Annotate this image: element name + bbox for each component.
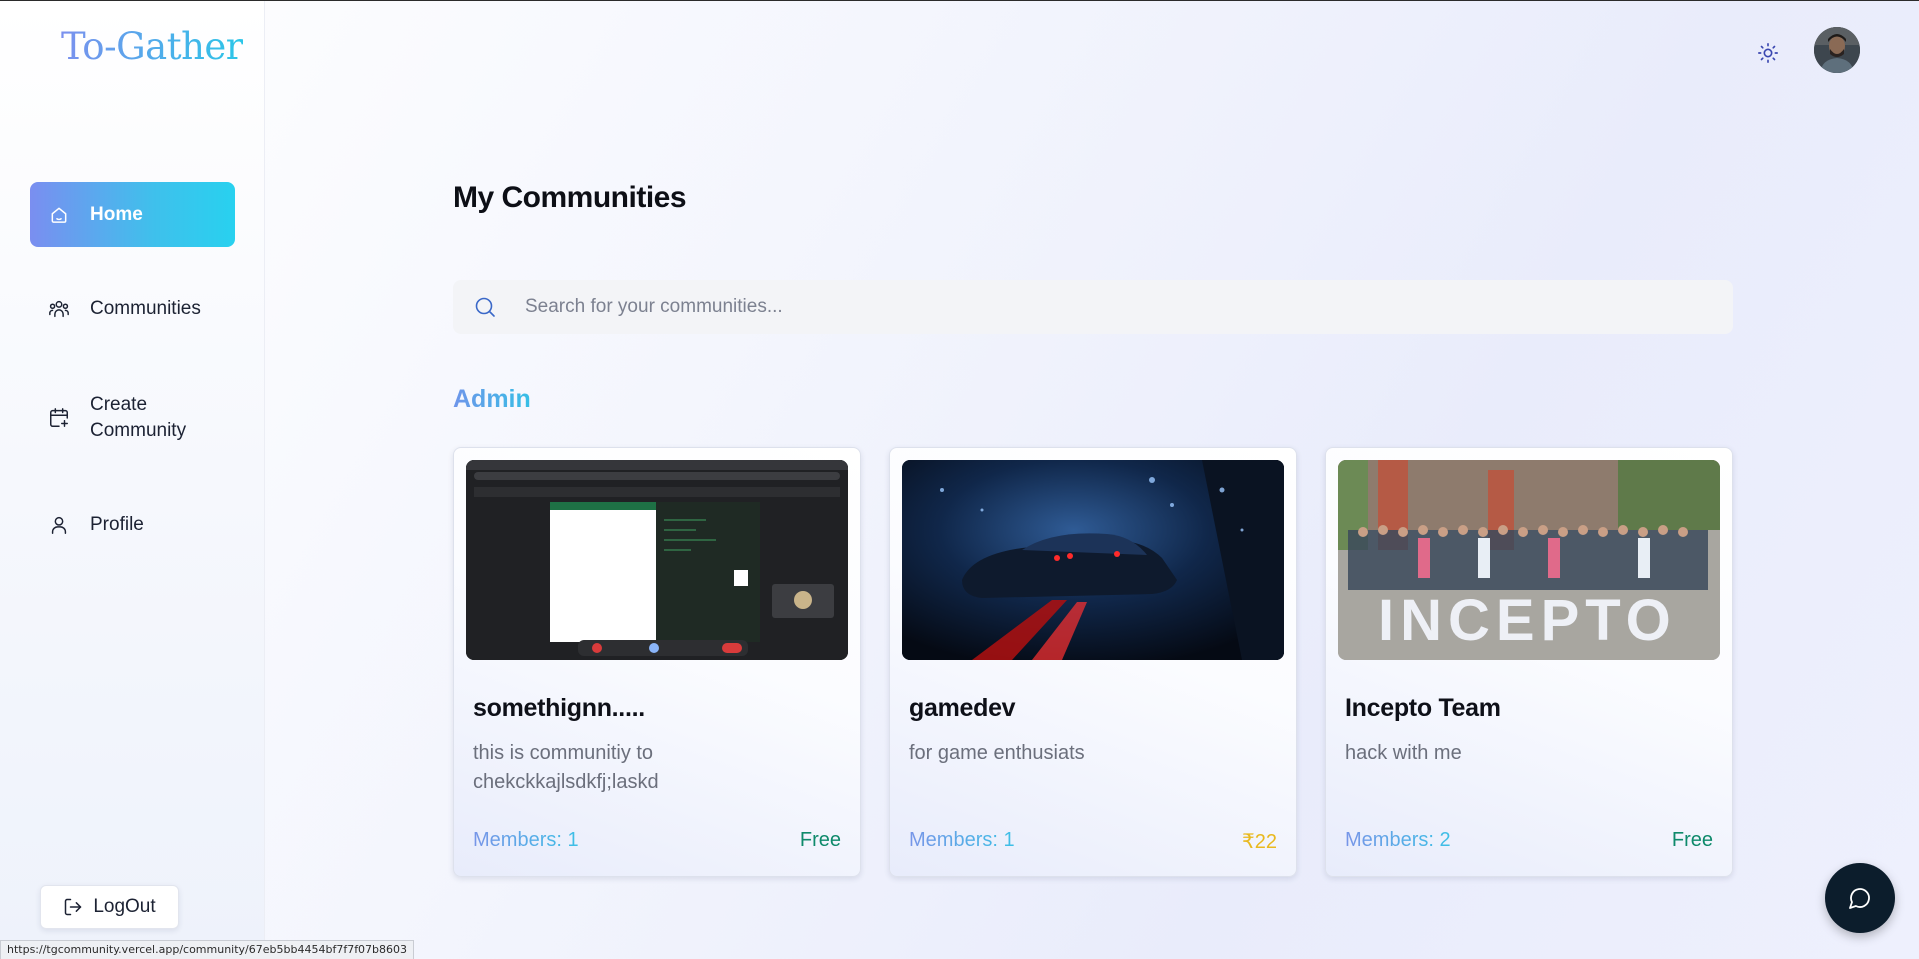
user-icon [44,510,74,540]
logout-label: LogOut [93,896,156,917]
search-icon [473,295,497,319]
app-logo[interactable]: To-Gather [61,25,243,68]
community-title: somethignn..... [473,694,645,722]
sidebar-item-profile[interactable]: Profile [30,507,235,543]
sidebar-item-label: Communities [90,298,201,319]
logout-button[interactable]: LogOut [40,885,179,929]
community-image [466,460,848,660]
search-bar[interactable] [453,280,1733,334]
sidebar-item-communities[interactable]: Communities [30,291,235,327]
community-image [902,460,1284,660]
logout-icon [63,897,83,917]
community-image: INCEPTO [1338,460,1720,660]
page-title: My Communities [453,181,687,214]
community-description: hack with me [1345,742,1462,764]
sidebar-item-label: Create Community [90,394,187,441]
sun-icon [1757,42,1779,64]
community-description: this is communitiy to chekckkajlsdkfj;la… [473,742,659,793]
member-count: Members: 2 [1345,829,1451,851]
sidebar: To-Gather Home Communities Create Commun… [0,1,265,959]
link-status-url: https://tgcommunity.vercel.app/community… [0,940,415,959]
home-icon [44,200,74,230]
sidebar-item-label: Profile [90,514,144,535]
users-icon [44,294,74,324]
price-tag: Free [799,829,841,851]
calendar-plus-icon [44,403,74,433]
search-input[interactable] [523,295,1677,319]
price-tag: ₹22 [1242,831,1277,853]
community-card[interactable]: INCEPTO Incepto Team hack with me Member… [1325,447,1733,877]
community-title: Incepto Team [1345,694,1501,722]
community-card[interactable]: gamedev for game enthusiats Members: 1 ₹… [889,447,1297,877]
sidebar-item-home[interactable]: Home [30,182,235,247]
sidebar-item-create-community[interactable]: Create Community [30,391,235,445]
community-description: for game enthusiats [909,742,1085,764]
chat-bubble-icon [1848,886,1872,910]
sidebar-item-label: Home [90,203,143,225]
avatar[interactable] [1814,27,1860,73]
section-label-admin: Admin [453,385,531,413]
svg-text:INCEPTO: INCEPTO [1378,588,1677,653]
community-card[interactable]: somethignn..... this is communitiy to ch… [453,447,861,877]
theme-toggle-button[interactable] [1752,37,1784,69]
community-title: gamedev [909,694,1016,722]
member-count: Members: 1 [473,829,579,851]
member-count: Members: 1 [909,829,1015,851]
chat-button[interactable] [1825,863,1895,933]
price-tag: Free [1671,829,1713,851]
